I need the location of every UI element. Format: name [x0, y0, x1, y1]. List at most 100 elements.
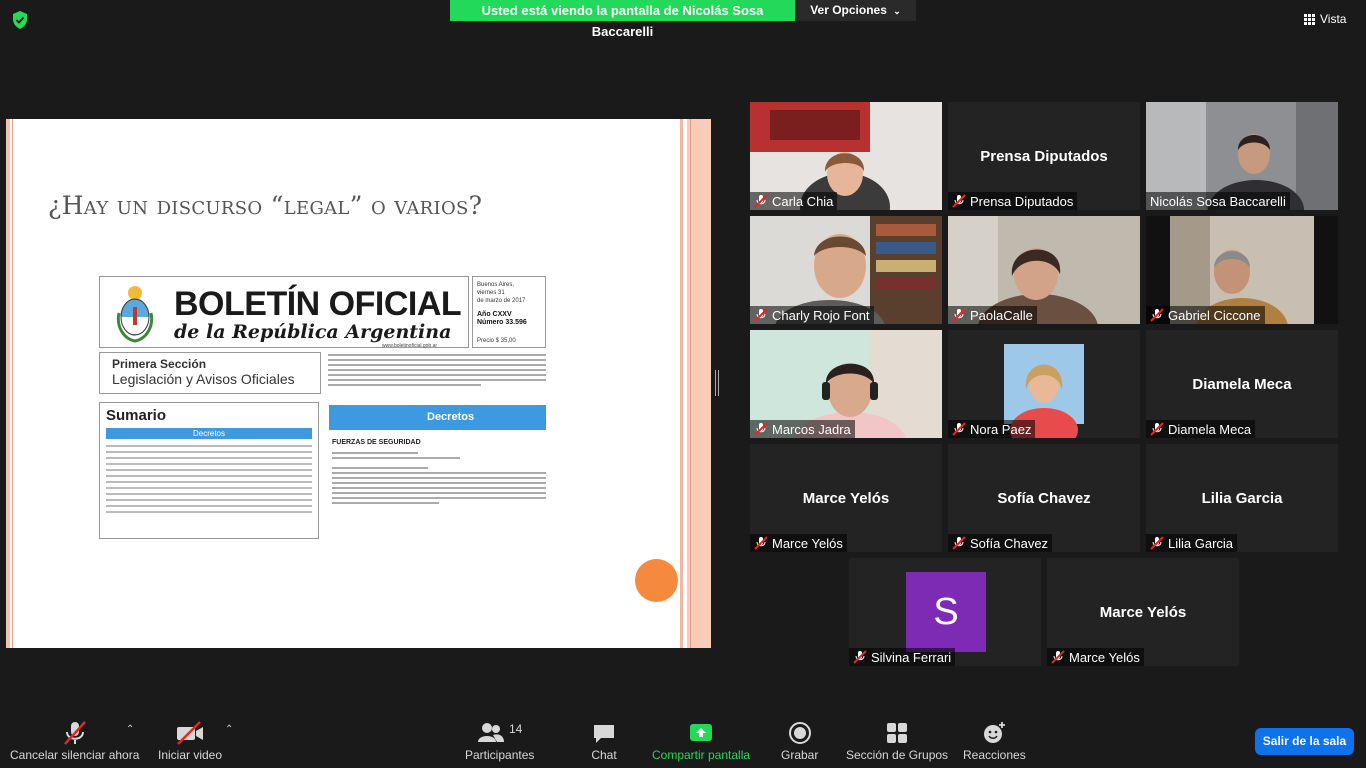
participants-button[interactable]: 14 Participantes [465, 720, 534, 762]
unmute-button[interactable]: Cancelar silenciar ahora [10, 720, 139, 762]
mic-muted-icon [952, 422, 966, 436]
participant-label: Marce Yelós [750, 534, 847, 552]
participant-label: Silvina Ferrari [849, 648, 956, 666]
participant-label: Nicolás Sosa Baccarelli [1146, 192, 1290, 210]
record-button[interactable]: Grabar [781, 720, 818, 762]
participant-label: Prensa Diputados [948, 192, 1078, 210]
participant-tile[interactable]: Sofía Chavez Sofía Chavez [948, 444, 1140, 552]
slide-title: ¿Hay un discurso “legal” o varios? [48, 191, 483, 220]
participant-name: Marcos Jadra [772, 421, 851, 437]
participant-name: Nora Paez [970, 421, 1032, 437]
participant-tile[interactable]: PaolaCalle [948, 216, 1140, 324]
document-number: Número 33.596 [477, 319, 527, 326]
start-video-button[interactable]: Iniciar video [158, 720, 222, 762]
section-title: Primera Sección [112, 357, 207, 371]
chat-label: Chat [591, 748, 617, 762]
security-shield-icon[interactable] [9, 9, 31, 31]
participants-label: Participantes [465, 748, 535, 762]
participant-tile[interactable]: Charly Rojo Font [750, 216, 942, 324]
participant-label: Diamela Meca [1146, 420, 1256, 438]
participant-tile[interactable]: Gabriel Ciccone [1146, 216, 1338, 324]
participant-name: Marce Yelós [1069, 649, 1140, 665]
participant-tile[interactable]: Marcos Jadra [750, 330, 942, 438]
mic-muted-icon [853, 650, 867, 664]
view-options-label: Ver Opciones [810, 3, 887, 17]
reactions-icon [984, 722, 1006, 743]
mic-muted-icon [1150, 536, 1164, 550]
screen-share-banner: Usted está viendo la pantalla de Nicolás… [450, 0, 795, 39]
participant-name: Diamela Meca [1168, 421, 1252, 437]
video-off-icon [177, 721, 204, 745]
participant-name: Gabriel Ciccone [1168, 307, 1261, 323]
document-section-box: Primera Sección Legislación y Avisos Ofi… [99, 352, 321, 394]
participant-tile[interactable]: Prensa Diputados Prensa Diputados [948, 102, 1140, 210]
date-line: viernes 31 [477, 290, 505, 296]
participant-tile[interactable]: Marce Yelós Marce Yelós [750, 444, 942, 552]
participant-label: Charly Rojo Font [750, 306, 874, 324]
participant-label: Gabriel Ciccone [1146, 306, 1265, 324]
share-screen-button[interactable]: Compartir pantalla [652, 720, 750, 762]
document-subtitle: de la República Argentina [174, 321, 452, 343]
participant-name: Charly Rojo Font [772, 307, 870, 323]
date-line: de marzo de 2017 [477, 298, 526, 304]
slide-left-stripe [6, 119, 10, 648]
mic-muted-icon [952, 194, 966, 208]
participant-tile[interactable]: S Silvina Ferrari [849, 558, 1041, 666]
video-options-chevron-icon[interactable]: ⌃ [225, 724, 233, 735]
breakout-rooms-icon [887, 723, 908, 743]
leave-meeting-button[interactable]: Salir de la sala [1255, 728, 1354, 755]
audio-options-chevron-icon[interactable]: ⌃ [126, 724, 134, 735]
participant-tile[interactable]: Nora Paez [948, 330, 1140, 438]
participants-count: 14 [509, 722, 523, 736]
mic-muted-icon [952, 308, 966, 322]
participant-name: Silvina Ferrari [871, 649, 952, 665]
summary-decretos-bar: Decretos [106, 428, 312, 439]
split-view-resize-handle[interactable] [715, 370, 719, 396]
participant-label: Marcos Jadra [750, 420, 855, 438]
document-price: Precio $ 35,00 [477, 338, 516, 344]
mic-muted-icon [754, 308, 768, 322]
chat-button[interactable]: Chat [591, 720, 617, 762]
shared-screen: ¿Hay un discurso “legal” o varios? BOLET… [6, 119, 711, 648]
chevron-down-icon: ⌄ [893, 6, 901, 16]
slide-right-stripe-thin [680, 119, 683, 648]
view-options-button[interactable]: Ver Opciones ⌄ [795, 0, 916, 21]
fuerzas-heading: FUERZAS DE SEGURIDAD [332, 439, 421, 446]
section-subtitle: Legislación y Avisos Oficiales [112, 371, 295, 387]
date-line: Buenos Aires, [477, 282, 515, 288]
mic-muted-icon [754, 194, 768, 208]
participant-tile[interactable]: Diamela Meca Diamela Meca [1146, 330, 1338, 438]
participant-tile[interactable]: Marce Yelós Marce Yelós [1047, 558, 1239, 666]
participant-name: Carla Chia [772, 193, 834, 209]
view-button[interactable]: Vista [1304, 9, 1346, 29]
start-video-label: Iniciar video [158, 748, 223, 762]
participant-tile[interactable]: Carla Chia [750, 102, 942, 210]
mic-muted-icon [754, 422, 768, 436]
breakout-rooms-button[interactable]: Sección de Grupos [846, 720, 948, 762]
participant-label: Lilia Garcia [1146, 534, 1238, 552]
participant-avatar: S [906, 572, 986, 652]
decretos-header: Decretos [329, 405, 546, 430]
document-header: BOLETÍN OFICIAL de la República Argentin… [99, 276, 469, 349]
document-year: Año CXXV [477, 311, 512, 318]
reactions-button[interactable]: Reacciones [963, 720, 1026, 762]
mic-muted-icon [952, 536, 966, 550]
participant-name: Nicolás Sosa Baccarelli [1150, 193, 1286, 209]
participant-label: Sofía Chavez [948, 534, 1053, 552]
document-body-text [332, 452, 546, 507]
participant-tile-active-speaker[interactable]: Nicolás Sosa Baccarelli [1146, 102, 1338, 210]
slide-right-line [690, 119, 691, 648]
breakout-rooms-label: Sección de Grupos [846, 748, 949, 762]
argentina-coat-of-arms-icon [116, 286, 154, 343]
share-screen-icon [690, 724, 713, 741]
participant-name: PaolaCalle [970, 307, 1033, 323]
meeting-toolbar: Cancelar silenciar ahora ⌃ Iniciar video… [0, 712, 1366, 768]
participant-label: Marce Yelós [1047, 648, 1144, 666]
participants-icon [478, 723, 504, 742]
participant-label: Carla Chia [750, 192, 838, 210]
document-summary: Sumario Decretos [99, 402, 319, 539]
grid-view-icon [1304, 13, 1315, 25]
participant-label: Nora Paez [948, 420, 1036, 438]
participant-tile[interactable]: Lilia Garcia Lilia Garcia [1146, 444, 1338, 552]
participant-name: Lilia Garcia [1168, 535, 1234, 551]
